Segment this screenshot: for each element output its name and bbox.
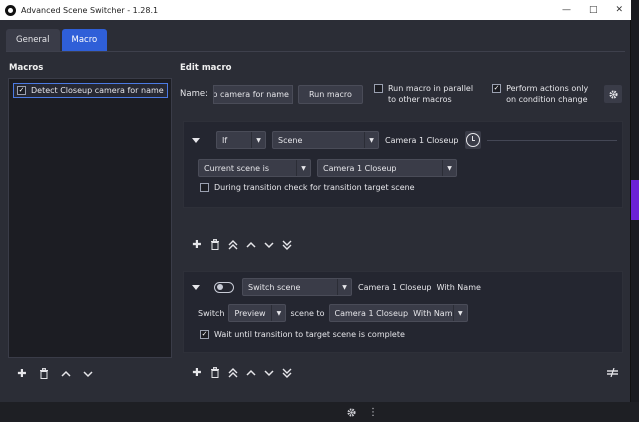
maximize-icon[interactable]: □ [589,5,598,15]
plus-icon: ✚ [17,367,27,380]
scene-to-label: scene to [290,308,325,318]
tab-bar: General Macro [6,29,108,51]
macro-name-row: Name: ıp camera for name Run macro Run m… [180,82,588,106]
remove-action-button[interactable] [207,365,223,380]
move-condition-bottom-button[interactable] [279,237,295,252]
chevron-down-icon: ▼ [296,160,310,176]
move-action-bottom-button[interactable] [279,365,295,380]
collapse-condition-icon[interactable] [192,137,200,143]
plus-icon: ✚ [192,366,202,379]
scene-mode-select[interactable]: Current scene is ▼ [198,159,311,177]
move-action-top-button[interactable] [225,365,241,380]
macro-name-label: Detect Closeup camera for name [31,86,164,95]
add-action-button[interactable]: ✚ [189,365,205,380]
trash-icon [40,368,48,379]
duration-button[interactable] [464,131,481,149]
macro-list[interactable]: ✓ Detect Closeup camera for name [8,78,172,358]
trash-icon [211,239,219,250]
double-chevron-down-icon [282,368,292,378]
wait-transition-option[interactable]: ✓ Wait until transition to target scene … [200,330,405,339]
remove-condition-button[interactable] [207,237,223,252]
chevron-up-icon [246,241,256,248]
action-enable-toggle[interactable] [214,281,234,293]
wait-transition-checkbox[interactable]: ✓ [200,330,209,339]
macro-list-toolbar: ✚ [14,366,96,381]
trash-icon [211,367,219,378]
background-accent [631,180,639,220]
macro-enabled-checkbox[interactable]: ✓ [17,86,26,95]
transition-check-checkbox[interactable] [200,183,209,192]
remove-macro-button[interactable] [36,366,52,381]
macro-name-input[interactable]: ıp camera for name [212,84,293,104]
gear-icon [346,407,356,417]
chevron-down-icon: ▼ [337,279,351,295]
move-condition-up-button[interactable] [243,237,259,252]
chevron-down-icon: ▼ [364,132,378,148]
tab-macro[interactable]: Macro [61,29,108,51]
move-condition-down-button[interactable] [261,237,277,252]
double-chevron-up-icon [228,367,238,377]
double-chevron-down-icon [282,240,292,250]
chevron-down-icon [264,369,274,376]
action-toolbar: ✚ [189,365,295,380]
switch-label: Switch [198,308,225,318]
macros-header: Macros [9,63,44,73]
close-icon[interactable]: ✕ [615,5,623,15]
run-macro-button[interactable]: Run macro [297,84,363,104]
perform-on-change-checkbox[interactable]: ✓ [492,84,502,93]
add-condition-button[interactable]: ✚ [189,237,205,252]
minimize-icon[interactable]: — [562,5,571,15]
more-options-icon[interactable]: ⋮ [366,405,380,419]
chevron-up-icon [61,370,71,377]
window-title: Advanced Scene Switcher - 1.28.1 [21,5,159,15]
run-parallel-option[interactable]: Run macro in parallel to other macros [373,83,473,105]
dock-settings-button[interactable] [344,405,358,419]
edit-macro-panel: Edit macro Name: ıp camera for name Run … [177,58,626,394]
double-chevron-up-icon [228,239,238,249]
add-macro-button[interactable]: ✚ [14,366,30,381]
main-window: Advanced Scene Switcher - 1.28.1 — □ ✕ G… [0,0,631,402]
obs-logo-icon [5,4,16,16]
chevron-down-icon: ▼ [442,160,456,176]
list-item[interactable]: ✓ Detect Closeup camera for name [13,83,168,98]
macros-panel: Macros ✓ Detect Closeup camera for name … [6,58,174,388]
gear-icon [608,89,618,99]
chevron-down-icon: ▼ [271,305,285,321]
chevron-down-icon: ▼ [452,305,467,321]
transition-check-option[interactable]: During transition check for transition t… [200,183,415,192]
split-icon [606,368,618,377]
switch-target-select[interactable]: Preview ▼ [228,304,287,322]
name-label: Name: [180,89,208,99]
condition-toolbar: ✚ [189,237,295,252]
condition-scene-select[interactable]: Camera 1 Closeup ▼ [317,159,457,177]
move-action-up-button[interactable] [243,365,259,380]
titlebar: Advanced Scene Switcher - 1.28.1 — □ ✕ [0,0,631,20]
condition-section: If ▼ Scene ▼ Camera 1 Closeup Current scen… [183,121,623,208]
condition-summary: Camera 1 Closeup [385,135,459,145]
move-down-button[interactable] [80,366,96,381]
chevron-down-icon [264,241,274,248]
move-action-down-button[interactable] [261,365,277,380]
macro-settings-button[interactable] [604,85,622,103]
dock-bar: ⋮ [0,402,639,422]
collapse-action-icon[interactable] [192,284,200,290]
action-type-select[interactable]: Switch scene ▼ [242,278,352,296]
plus-icon: ✚ [192,238,202,251]
condition-type-select[interactable]: Scene ▼ [272,131,379,149]
run-parallel-checkbox[interactable] [373,84,383,93]
split-toggle-button[interactable] [604,365,620,380]
chevron-down-icon: ▼ [251,132,265,148]
tab-general[interactable]: General [6,29,60,51]
action-scene-select[interactable]: Camera 1 Closeup With Name ▼ [328,304,468,322]
chevron-up-icon [246,369,256,376]
edit-macro-header: Edit macro [180,63,232,73]
action-summary: Camera 1 Closeup With Name [358,282,481,292]
move-up-button[interactable] [58,366,74,381]
move-condition-top-button[interactable] [225,237,241,252]
clock-icon [465,133,480,147]
action-section: Switch scene ▼ Camera 1 Closeup With Name… [183,271,623,353]
perform-on-change-option[interactable]: ✓ Perform actions only on condition chang… [492,83,588,105]
logic-select[interactable]: If ▼ [216,131,266,149]
chevron-down-icon [83,370,93,377]
